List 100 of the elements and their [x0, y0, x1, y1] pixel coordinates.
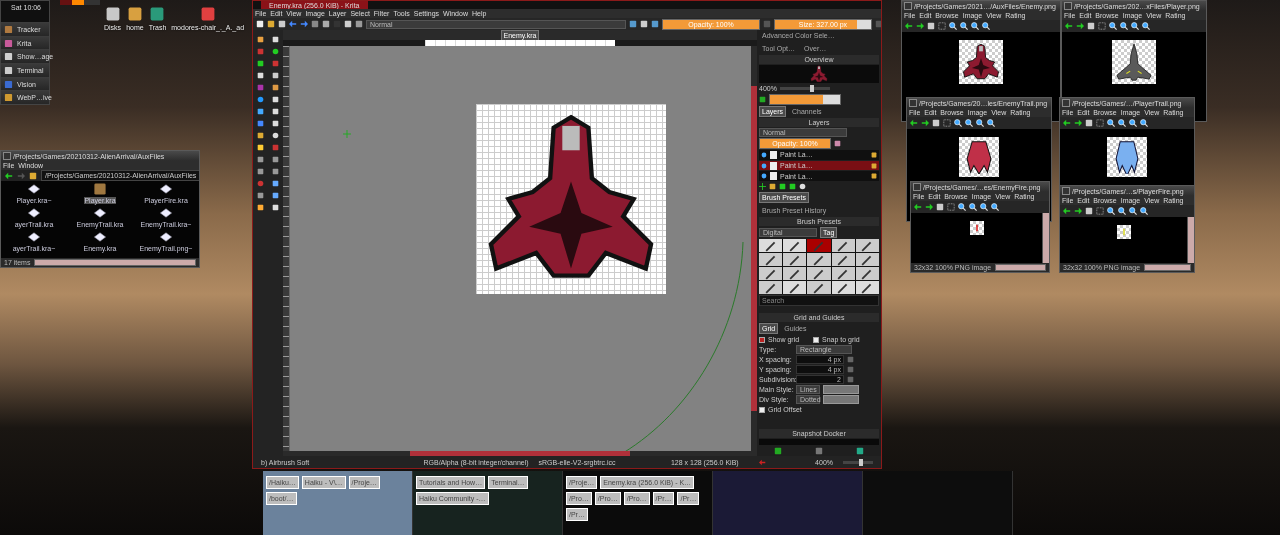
forward-arrow-icon[interactable]: [1074, 119, 1082, 127]
zoom-out-icon[interactable]: [991, 203, 999, 211]
scrollbar[interactable]: [1144, 264, 1191, 271]
document-icon: [27, 206, 41, 220]
zoom-in-icon[interactable]: [1118, 119, 1126, 127]
scrollbar[interactable]: [995, 264, 1046, 271]
close-button[interactable]: [909, 99, 917, 107]
window-tab[interactable]: [60, 0, 100, 5]
zoom-in-icon[interactable]: [980, 203, 988, 211]
document-icon: [159, 206, 173, 220]
scrollbar[interactable]: [283, 451, 757, 456]
zoom-in-icon[interactable]: [1131, 22, 1139, 30]
zoom-slider[interactable]: [779, 87, 830, 90]
selection-icon[interactable]: [1096, 207, 1104, 215]
crosshair-icon: [343, 130, 351, 138]
forward-arrow-icon[interactable]: [1076, 22, 1084, 30]
zoom-icon[interactable]: [1107, 119, 1115, 127]
undo-icon[interactable]: [758, 458, 766, 466]
checkbox[interactable]: [759, 406, 765, 413]
brush-preset[interactable]: [759, 281, 783, 294]
brush-preset[interactable]: [855, 253, 879, 266]
zoom-icon[interactable]: [954, 119, 962, 127]
zoom-in-icon[interactable]: [1129, 207, 1137, 215]
add-icon[interactable]: [759, 183, 766, 190]
rotation-slider[interactable]: [769, 94, 841, 105]
brush-preset[interactable]: [783, 281, 807, 294]
forward-arrow-icon[interactable]: [1074, 207, 1082, 215]
selection-icon[interactable]: [1098, 22, 1106, 30]
zoom-icon[interactable]: [949, 22, 957, 30]
back-arrow-icon[interactable]: [914, 203, 922, 211]
brush-preset[interactable]: [831, 239, 855, 252]
scrollbar[interactable]: [34, 259, 196, 266]
checkbox[interactable]: [759, 336, 765, 343]
zoom-slider[interactable]: [843, 460, 873, 464]
back-arrow-icon[interactable]: [910, 119, 918, 127]
zoom-in-icon[interactable]: [1129, 119, 1137, 127]
zoom-out-icon[interactable]: [1140, 119, 1148, 127]
zoom-out-icon[interactable]: [1142, 22, 1150, 30]
scrollbar[interactable]: [751, 46, 757, 451]
brush-preset[interactable]: [783, 253, 807, 266]
back-arrow-icon[interactable]: [5, 171, 13, 180]
brush-preset[interactable]: [807, 281, 831, 294]
close-button[interactable]: [3, 152, 11, 160]
slider-thumb[interactable]: [810, 85, 815, 92]
color-swatch[interactable]: [823, 385, 859, 394]
add-icon[interactable]: [774, 447, 782, 455]
forward-arrow-icon[interactable]: [916, 22, 924, 30]
zoom-in-icon[interactable]: [1118, 207, 1126, 215]
brush-preset[interactable]: [759, 239, 783, 252]
scrollbar[interactable]: [1042, 213, 1049, 263]
undo-icon[interactable]: [289, 20, 297, 28]
brush-preset[interactable]: [759, 253, 783, 266]
brush-preset[interactable]: [855, 281, 879, 294]
close-button[interactable]: [1062, 99, 1070, 107]
zoom-in-icon[interactable]: [969, 203, 977, 211]
close-button[interactable]: [1064, 2, 1072, 10]
canvas[interactable]: [290, 46, 751, 451]
scrollbar[interactable]: [1187, 217, 1194, 263]
brush-preset[interactable]: [855, 239, 879, 252]
zoom-icon[interactable]: [1107, 207, 1115, 215]
zoom-out-icon[interactable]: [987, 119, 995, 127]
zoom-out-icon[interactable]: [982, 22, 990, 30]
brush-preset[interactable]: [807, 267, 831, 280]
close-button[interactable]: [904, 2, 912, 10]
forward-arrow-icon[interactable]: [925, 203, 933, 211]
zoom-out-icon[interactable]: [1140, 207, 1148, 215]
checkbox[interactable]: [813, 336, 819, 343]
document-icon: [159, 230, 173, 244]
brush-preset[interactable]: [807, 253, 831, 266]
forward-arrow-icon[interactable]: [921, 119, 929, 127]
document-icon: [93, 206, 107, 220]
zoom-in-icon[interactable]: [960, 22, 968, 30]
back-arrow-icon[interactable]: [1063, 119, 1071, 127]
brush-preset[interactable]: [759, 267, 783, 280]
color-swatch[interactable]: [823, 395, 859, 404]
zoom-in-icon[interactable]: [971, 22, 979, 30]
brush-preset[interactable]: [855, 267, 879, 280]
zoom-icon[interactable]: [958, 203, 966, 211]
brush-preset[interactable]: [783, 239, 807, 252]
brush-preset[interactable]: [783, 267, 807, 280]
back-arrow-icon[interactable]: [905, 22, 913, 30]
selection-icon[interactable]: [1096, 119, 1104, 127]
zoom-in-icon[interactable]: [976, 119, 984, 127]
redo-icon[interactable]: [300, 20, 308, 28]
close-button[interactable]: [1062, 187, 1070, 195]
zoom-icon[interactable]: [1109, 22, 1117, 30]
zoom-in-icon[interactable]: [965, 119, 973, 127]
color-icon[interactable]: [759, 96, 766, 103]
selection-icon[interactable]: [938, 22, 946, 30]
document-icon: [27, 230, 41, 244]
brush-preset[interactable]: [831, 281, 855, 294]
close-button[interactable]: [913, 183, 921, 191]
back-arrow-icon[interactable]: [1065, 22, 1073, 30]
zoom-in-icon[interactable]: [1120, 22, 1128, 30]
slider-thumb[interactable]: [859, 458, 863, 466]
brush-preset[interactable]: [831, 253, 855, 266]
selection-icon[interactable]: [947, 203, 955, 211]
brush-preset[interactable]: [831, 267, 855, 280]
selection-icon[interactable]: [943, 119, 951, 127]
back-arrow-icon[interactable]: [1063, 207, 1071, 215]
